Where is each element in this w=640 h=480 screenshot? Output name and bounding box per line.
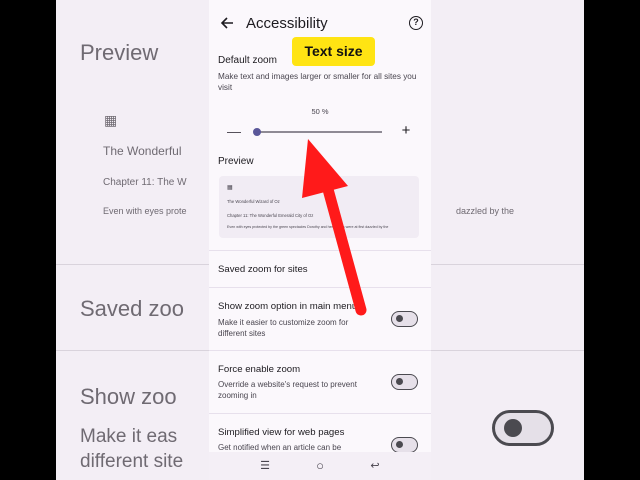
backdrop-body: Even with eyes prote	[103, 206, 187, 216]
arrow-left-icon[interactable]	[219, 15, 235, 31]
preview-title: Preview	[218, 156, 254, 167]
building-icon: ▦	[227, 185, 233, 191]
force-zoom-toggle[interactable]	[391, 374, 418, 390]
backdrop-body-right: dazzled by the	[456, 206, 515, 216]
setting-title-simplified-view: Simplified view for web pages	[218, 427, 345, 438]
backdrop-toggle	[492, 410, 554, 446]
backdrop-building-icon: ▦	[104, 112, 118, 128]
backdrop-different: different site	[80, 451, 184, 472]
zoom-slider-track[interactable]	[257, 131, 382, 133]
setting-title-show-zoom: Show zoom option in main menu	[218, 301, 358, 312]
zoom-percent-label: 50 %	[311, 107, 329, 116]
zoom-in-button[interactable]: +	[399, 123, 413, 139]
default-zoom-description: Make text and images larger or smaller f…	[218, 72, 417, 92]
phone-screen: Accessibility ? Default zoom Make text a…	[209, 0, 431, 480]
setting-title-force-zoom: Force enable zoom	[218, 364, 301, 375]
backdrop-make-it: Make it eas	[80, 426, 178, 447]
preview-book-title: The Wonderful Wizard of Oz	[227, 199, 280, 204]
backdrop-chapter: Chapter 11: The W	[103, 177, 187, 188]
simplified-view-toggle[interactable]	[391, 437, 418, 453]
back-icon[interactable]: ↩	[368, 459, 382, 473]
setting-desc-show-zoom: Make it easier to customize zoom for dif…	[218, 318, 349, 338]
divider	[209, 413, 431, 414]
default-zoom-title: Default zoom	[218, 55, 277, 66]
screenshot-stage: Preview ▦ The Wonderful Chapter 11: The …	[0, 0, 640, 480]
home-icon[interactable]: ○	[313, 459, 327, 473]
text-size-badge: Text size	[292, 37, 375, 66]
preview-chapter: Chapter 11: The Wonderful Emerald City o…	[227, 213, 314, 218]
page-title: Accessibility	[246, 15, 328, 32]
preview-body: Even with eyes protected by the green sp…	[227, 225, 389, 229]
saved-zoom-link[interactable]: Saved zoom for sites	[218, 264, 308, 275]
divider	[209, 287, 431, 288]
system-nav-bar: ☰ ○ ↩	[209, 452, 431, 480]
backdrop-book-title: The Wonderful	[103, 144, 182, 158]
help-circle-icon[interactable]: ?	[409, 16, 423, 30]
zoom-out-button[interactable]: —	[227, 124, 241, 138]
backdrop-saved-zoom: Saved zoo	[80, 296, 184, 321]
show-zoom-toggle[interactable]	[391, 311, 418, 327]
divider	[209, 350, 431, 351]
backdrop-preview-heading: Preview	[80, 40, 159, 65]
preview-card: ▦ The Wonderful Wizard of Oz Chapter 11:…	[219, 176, 419, 238]
zoom-slider-thumb[interactable]	[253, 128, 261, 136]
setting-desc-force-zoom: Override a website's request to prevent …	[218, 380, 357, 400]
backdrop-show-zoom: Show zoo	[80, 384, 177, 409]
divider	[209, 250, 431, 251]
recents-icon[interactable]: ☰	[258, 459, 272, 473]
